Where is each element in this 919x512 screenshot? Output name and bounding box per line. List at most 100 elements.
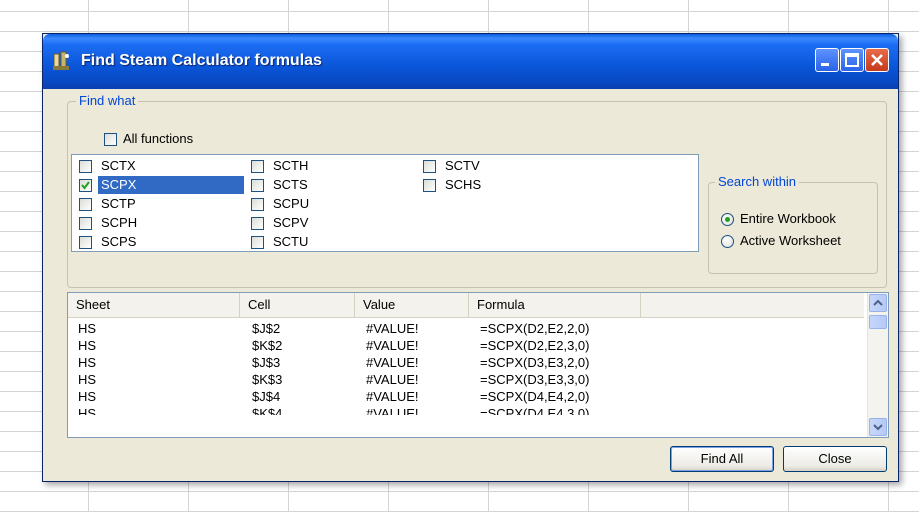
sheet-cell: HS bbox=[78, 389, 97, 404]
function-label: SCTP bbox=[101, 196, 136, 211]
checkmark-icon bbox=[81, 181, 90, 190]
function-item-schs[interactable]: SCHS bbox=[416, 176, 586, 194]
active-worksheet-radio[interactable] bbox=[721, 235, 734, 248]
sctx-checkbox[interactable] bbox=[79, 160, 92, 173]
table-row[interactable]: HS $J$2 #VALUE! =SCPX(D2,E2,2,0) bbox=[68, 320, 864, 337]
scroll-down-button[interactable] bbox=[869, 418, 887, 436]
formula-cell: =SCPX(D3,E3,2,0) bbox=[480, 355, 590, 370]
sheet-cell: HS bbox=[78, 338, 97, 353]
function-item-sctv[interactable]: SCTV bbox=[416, 157, 586, 175]
table-row[interactable]: HS $J$4 #VALUE! =SCPX(D4,E4,2,0) bbox=[68, 388, 864, 405]
radio-selected-dot bbox=[725, 217, 730, 222]
scph-checkbox[interactable] bbox=[79, 217, 92, 230]
formula-cell: =SCPX(D2,E2,2,0) bbox=[480, 321, 590, 336]
cell-ref: $J$2 bbox=[252, 321, 281, 336]
sctu-checkbox[interactable] bbox=[251, 236, 264, 249]
title-bar[interactable]: Find Steam Calculator formulas bbox=[43, 34, 898, 89]
function-label: SCPX bbox=[98, 176, 244, 194]
scps-checkbox[interactable] bbox=[79, 236, 92, 249]
formula-cell: =SCPX(D2,E2,3,0) bbox=[480, 338, 590, 353]
function-item-scts[interactable]: SCTS bbox=[244, 176, 414, 194]
results-list[interactable]: Sheet Cell Value Formula HS $J$2 #VALUE!… bbox=[67, 292, 889, 438]
value-cell: #VALUE! bbox=[366, 321, 419, 336]
formula-cell: =SCPX(D4,E4,2,0) bbox=[480, 389, 590, 404]
function-label: SCPS bbox=[101, 234, 137, 249]
function-list: SCTX SCPX SCTP SCPH SCPS SCTH SCTS SCPU … bbox=[71, 154, 699, 252]
cell-ref: $K$2 bbox=[252, 338, 283, 353]
steam-calculator-icon bbox=[53, 51, 69, 70]
find-formulas-dialog: Find Steam Calculator formulas Find what… bbox=[42, 33, 899, 482]
chevron-down-icon bbox=[873, 424, 883, 431]
schs-checkbox[interactable] bbox=[423, 179, 436, 192]
function-item-scpu[interactable]: SCPU bbox=[244, 195, 414, 213]
scroll-thumb[interactable] bbox=[869, 315, 887, 329]
maximize-icon bbox=[845, 53, 859, 67]
scpv-checkbox[interactable] bbox=[251, 217, 264, 230]
column-header-value[interactable]: Value bbox=[355, 293, 469, 317]
function-item-scpv[interactable]: SCPV bbox=[244, 214, 414, 232]
function-label: SCTX bbox=[101, 158, 136, 173]
vertical-scrollbar[interactable] bbox=[867, 293, 888, 437]
results-header: Sheet Cell Value Formula bbox=[68, 293, 864, 318]
function-item-scps[interactable]: SCPS bbox=[72, 233, 242, 251]
function-item-scth[interactable]: SCTH bbox=[244, 157, 414, 175]
entire-workbook-label: Entire Workbook bbox=[740, 211, 836, 226]
scpx-checkbox[interactable] bbox=[79, 179, 92, 192]
column-header-formula[interactable]: Formula bbox=[469, 293, 641, 317]
chevron-up-icon bbox=[873, 299, 883, 306]
function-label: SCHS bbox=[445, 177, 482, 192]
function-label: SCPV bbox=[273, 215, 309, 230]
window-title: Find Steam Calculator formulas bbox=[81, 52, 322, 69]
sheet-cell: HS bbox=[78, 406, 97, 415]
function-item-scph[interactable]: SCPH bbox=[72, 214, 242, 232]
function-label: SCPH bbox=[101, 215, 138, 230]
function-item-scpx[interactable]: SCPX bbox=[72, 176, 244, 194]
function-label: SCTV bbox=[445, 158, 480, 173]
maximize-button[interactable] bbox=[840, 48, 864, 72]
cell-ref: $K$4 bbox=[252, 406, 283, 415]
function-label: SCTS bbox=[273, 177, 308, 192]
close-icon bbox=[871, 54, 883, 66]
search-within-legend: Search within bbox=[715, 174, 800, 189]
function-label: SCTU bbox=[273, 234, 309, 249]
function-item-sctx[interactable]: SCTX bbox=[72, 157, 242, 175]
search-within-group: Search within Entire Workbook Active Wor… bbox=[708, 174, 878, 274]
sctp-checkbox[interactable] bbox=[79, 198, 92, 211]
value-cell: #VALUE! bbox=[366, 406, 419, 415]
scts-checkbox[interactable] bbox=[251, 179, 264, 192]
sheet-cell: HS bbox=[78, 372, 97, 387]
cell-ref: $J$4 bbox=[252, 389, 281, 404]
cell-ref: $K$3 bbox=[252, 372, 283, 387]
table-row[interactable]: HS $K$3 #VALUE! =SCPX(D3,E3,3,0) bbox=[68, 371, 864, 388]
function-item-sctu[interactable]: SCTU bbox=[244, 233, 414, 251]
formula-cell: =SCPX(D3,E3,3,0) bbox=[480, 372, 590, 387]
value-cell: #VALUE! bbox=[366, 355, 419, 370]
close-window-button[interactable] bbox=[865, 48, 889, 72]
table-row[interactable]: HS $K$4 #VALUE! =SCPX(D4,E4,3,0) bbox=[68, 405, 864, 415]
scth-checkbox[interactable] bbox=[251, 160, 264, 173]
sctv-checkbox[interactable] bbox=[423, 160, 436, 173]
find-what-legend: Find what bbox=[76, 93, 139, 108]
table-row[interactable]: HS $K$2 #VALUE! =SCPX(D2,E2,3,0) bbox=[68, 337, 864, 354]
value-cell: #VALUE! bbox=[366, 372, 419, 387]
function-label: SCTH bbox=[273, 158, 309, 173]
entire-workbook-radio[interactable] bbox=[721, 213, 734, 226]
scpu-checkbox[interactable] bbox=[251, 198, 264, 211]
table-row[interactable]: HS $J$3 #VALUE! =SCPX(D3,E3,2,0) bbox=[68, 354, 864, 371]
scroll-up-button[interactable] bbox=[869, 294, 887, 312]
minimize-button[interactable] bbox=[815, 48, 839, 72]
function-item-sctp[interactable]: SCTP bbox=[72, 195, 242, 213]
function-label: SCPU bbox=[273, 196, 310, 211]
sheet-cell: HS bbox=[78, 321, 97, 336]
all-functions-label: All functions bbox=[123, 131, 194, 146]
find-all-button[interactable]: Find All bbox=[670, 446, 774, 472]
close-button[interactable]: Close bbox=[783, 446, 887, 472]
column-header-cell[interactable]: Cell bbox=[240, 293, 355, 317]
all-functions-checkbox[interactable] bbox=[104, 133, 117, 146]
cell-ref: $J$3 bbox=[252, 355, 281, 370]
value-cell: #VALUE! bbox=[366, 338, 419, 353]
active-worksheet-label: Active Worksheet bbox=[740, 233, 841, 248]
column-header-sheet[interactable]: Sheet bbox=[68, 293, 240, 317]
value-cell: #VALUE! bbox=[366, 389, 419, 404]
minimize-icon bbox=[821, 63, 829, 66]
